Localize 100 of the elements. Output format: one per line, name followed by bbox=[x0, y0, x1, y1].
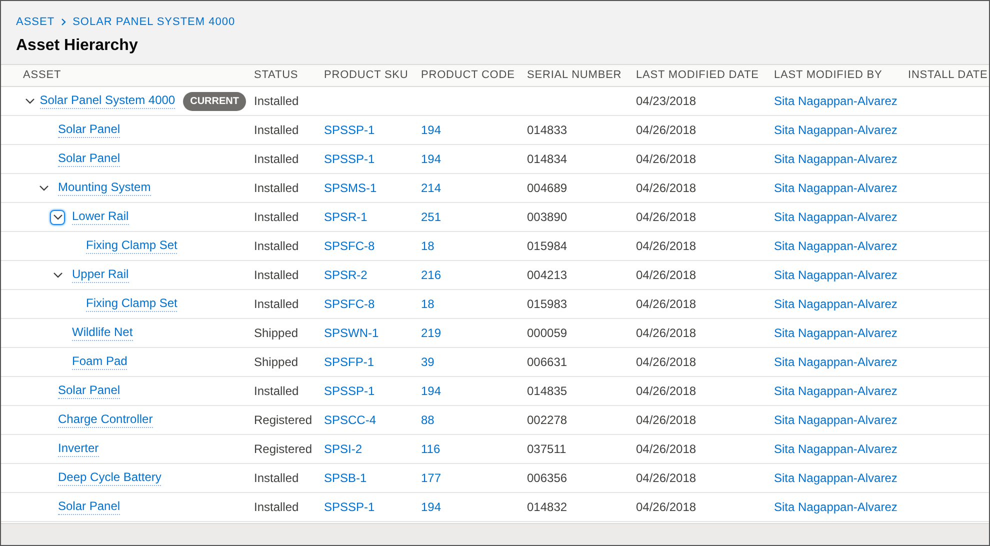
user-link[interactable]: Sita Nagappan-Alvarez bbox=[774, 471, 898, 485]
user-link[interactable]: Sita Nagappan-Alvarez bbox=[774, 384, 898, 398]
column-header[interactable]: PRODUCT CODE bbox=[413, 67, 519, 84]
asset-link[interactable]: Wildlife Net bbox=[72, 325, 133, 341]
serial-text: 015984 bbox=[527, 239, 568, 253]
sku-link[interactable]: SPSFC-8 bbox=[324, 297, 375, 311]
asset-link[interactable]: Fixing Clamp Set bbox=[86, 238, 178, 254]
column-header[interactable]: PRODUCT SKU bbox=[316, 67, 413, 84]
serial-text: 002278 bbox=[527, 413, 568, 427]
asset-link[interactable]: Solar Panel bbox=[58, 151, 120, 167]
asset-link[interactable]: Upper Rail bbox=[72, 267, 129, 283]
column-header[interactable]: LAST MODIFIED DATE bbox=[628, 67, 766, 84]
code-link[interactable]: 194 bbox=[421, 500, 442, 514]
serial-text: 014834 bbox=[527, 152, 568, 166]
asset-link[interactable]: Solar Panel bbox=[58, 499, 120, 515]
date-text: 04/26/2018 bbox=[636, 123, 696, 137]
code-link[interactable]: 18 bbox=[421, 239, 434, 253]
code-link[interactable]: 177 bbox=[421, 471, 442, 485]
asset-link[interactable]: Solar Panel bbox=[58, 122, 120, 138]
asset-link[interactable]: Deep Cycle Battery bbox=[58, 470, 162, 486]
serial-text: 015983 bbox=[527, 297, 568, 311]
sku-link[interactable]: SPSSP-1 bbox=[324, 384, 375, 398]
date-text: 04/26/2018 bbox=[636, 181, 696, 195]
asset-link[interactable]: Inverter bbox=[58, 441, 99, 457]
asset-link[interactable]: Mounting System bbox=[58, 180, 151, 196]
serial-text: 006356 bbox=[527, 471, 568, 485]
user-link[interactable]: Sita Nagappan-Alvarez bbox=[774, 326, 898, 340]
sku-link[interactable]: SPSSP-1 bbox=[324, 123, 375, 137]
code-link[interactable]: 116 bbox=[421, 442, 440, 456]
sku-link[interactable]: SPSR-2 bbox=[324, 268, 368, 282]
breadcrumb-link[interactable]: ASSET bbox=[16, 14, 55, 30]
user-link[interactable]: Sita Nagappan-Alvarez bbox=[774, 297, 898, 311]
asset-link[interactable]: Solar Panel bbox=[58, 383, 120, 399]
status-text: Installed bbox=[254, 94, 299, 108]
sku-link[interactable]: SPSWN-1 bbox=[324, 326, 379, 340]
serial-text: 014835 bbox=[527, 384, 568, 398]
user-link[interactable]: Sita Nagappan-Alvarez bbox=[774, 181, 898, 195]
sku-link[interactable]: SPSFC-8 bbox=[324, 239, 375, 253]
current-badge: CURRENT bbox=[183, 92, 246, 110]
sku-link[interactable]: SPSR-1 bbox=[324, 210, 368, 224]
breadcrumb-link[interactable]: SOLAR PANEL SYSTEM 4000 bbox=[72, 14, 236, 30]
sku-link[interactable]: SPSB-1 bbox=[324, 471, 367, 485]
user-link[interactable]: Sita Nagappan-Alvarez bbox=[774, 355, 898, 369]
user-link[interactable]: Sita Nagappan-Alvarez bbox=[774, 268, 898, 282]
sku-link[interactable]: SPSSP-1 bbox=[324, 500, 375, 514]
code-link[interactable]: 194 bbox=[421, 123, 442, 137]
column-header[interactable]: ASSET bbox=[1, 67, 246, 84]
code-link[interactable]: 39 bbox=[421, 355, 434, 369]
status-text: Installed bbox=[254, 239, 299, 253]
column-header[interactable]: STATUS bbox=[246, 67, 316, 84]
asset-link[interactable]: Charge Controller bbox=[58, 412, 153, 428]
sku-link[interactable]: SPSI-2 bbox=[324, 442, 362, 456]
date-text: 04/26/2018 bbox=[636, 297, 696, 311]
user-link[interactable]: Sita Nagappan-Alvarez bbox=[774, 123, 898, 137]
serial-text: 000059 bbox=[527, 326, 568, 340]
sku-link[interactable]: SPSCC-4 bbox=[324, 413, 376, 427]
code-link[interactable]: 194 bbox=[421, 152, 442, 166]
user-link[interactable]: Sita Nagappan-Alvarez bbox=[774, 152, 898, 166]
date-text: 04/26/2018 bbox=[636, 442, 696, 456]
code-link[interactable]: 18 bbox=[421, 297, 434, 311]
status-text: Installed bbox=[254, 471, 299, 485]
date-text: 04/26/2018 bbox=[636, 413, 696, 427]
chevron-icon bbox=[52, 212, 62, 222]
user-link[interactable]: Sita Nagappan-Alvarez bbox=[774, 239, 898, 253]
status-text: Installed bbox=[254, 268, 299, 282]
user-link[interactable]: Sita Nagappan-Alvarez bbox=[774, 210, 898, 224]
chevron-right-icon bbox=[60, 18, 67, 26]
column-header[interactable]: SERIAL NUMBER bbox=[519, 67, 628, 84]
user-link[interactable]: Sita Nagappan-Alvarez bbox=[774, 94, 898, 108]
serial-text: 003890 bbox=[527, 210, 568, 224]
column-header[interactable]: INSTALL DATE bbox=[900, 67, 989, 84]
asset-link[interactable]: Fixing Clamp Set bbox=[86, 296, 178, 312]
asset-link[interactable]: Solar Panel System 4000 bbox=[40, 93, 176, 109]
serial-text: 004689 bbox=[527, 181, 568, 195]
chevron-icon bbox=[52, 270, 62, 280]
code-link[interactable]: 216 bbox=[421, 268, 442, 282]
status-text: Shipped bbox=[254, 355, 298, 369]
user-link[interactable]: Sita Nagappan-Alvarez bbox=[774, 500, 898, 514]
date-text: 04/26/2018 bbox=[636, 268, 696, 282]
code-link[interactable]: 251 bbox=[421, 210, 442, 224]
user-link[interactable]: Sita Nagappan-Alvarez bbox=[774, 413, 898, 427]
column-header[interactable]: LAST MODIFIED BY bbox=[766, 67, 900, 84]
date-text: 04/26/2018 bbox=[636, 326, 696, 340]
code-link[interactable]: 219 bbox=[421, 326, 442, 340]
sku-link[interactable]: SPSSP-1 bbox=[324, 152, 375, 166]
chevron-icon bbox=[38, 183, 48, 193]
asset-link[interactable]: Foam Pad bbox=[72, 354, 128, 370]
code-link[interactable]: 88 bbox=[421, 413, 434, 427]
code-link[interactable]: 214 bbox=[421, 181, 442, 195]
user-link[interactable]: Sita Nagappan-Alvarez bbox=[774, 442, 898, 456]
status-text: Installed bbox=[254, 210, 299, 224]
sku-link[interactable]: SPSFP-1 bbox=[324, 355, 374, 369]
serial-text: 037511 bbox=[527, 442, 566, 456]
asset-link[interactable]: Lower Rail bbox=[72, 209, 129, 225]
expand-toggle[interactable] bbox=[50, 210, 65, 224]
code-link[interactable]: 194 bbox=[421, 384, 442, 398]
status-text: Installed bbox=[254, 500, 299, 514]
date-text: 04/26/2018 bbox=[636, 384, 696, 398]
sku-link[interactable]: SPSMS-1 bbox=[324, 181, 377, 195]
status-text: Registered bbox=[254, 442, 312, 456]
